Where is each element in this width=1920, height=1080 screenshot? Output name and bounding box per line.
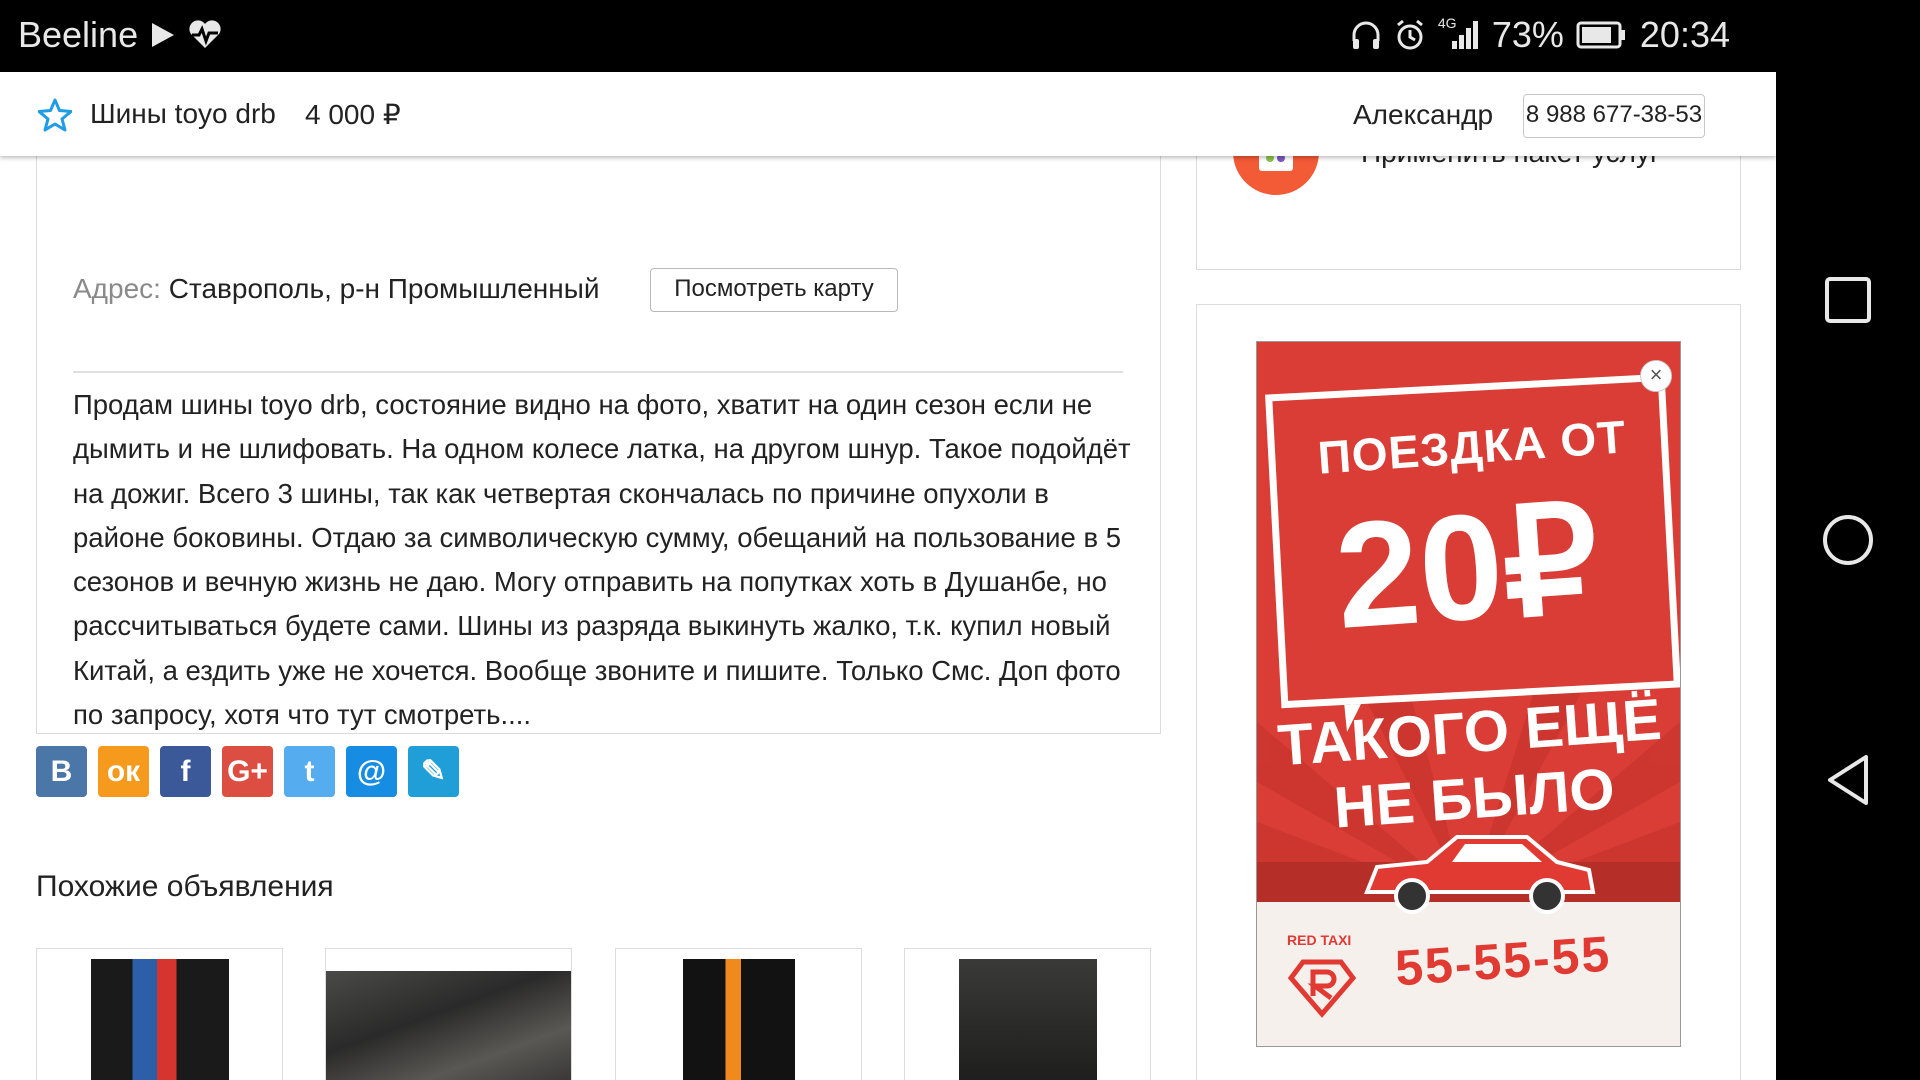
back-button[interactable]	[1818, 750, 1878, 810]
twitter-icon[interactable]: t	[284, 746, 335, 797]
tire-photo	[91, 959, 229, 1080]
clock-time: 20:34	[1639, 14, 1730, 55]
address-label: Адрес:	[73, 273, 161, 304]
listing-price: 4 000 ₽	[305, 99, 401, 130]
similar-listing-card[interactable]	[904, 948, 1151, 1080]
seller-name[interactable]: Александр	[1353, 99, 1493, 131]
system-navigation-bar	[1776, 0, 1920, 1080]
favorite-star-icon[interactable]	[37, 98, 73, 132]
red-taxi-logo-icon	[1287, 952, 1357, 1027]
advertisement-card: × ПОЕЗДКА ОТ 20₽ ТАКОГО ЕЩЁ НЕ БЫЛО RED …	[1196, 304, 1741, 1080]
home-button[interactable]	[1818, 510, 1878, 570]
tire-photo	[959, 959, 1097, 1080]
livejournal-icon[interactable]: ✎	[408, 746, 459, 797]
recent-apps-button[interactable]	[1818, 270, 1878, 330]
carrier-label: Beeline	[18, 14, 139, 55]
similar-listing-card[interactable]	[615, 948, 862, 1080]
car-illustration	[1357, 812, 1597, 927]
google-plus-icon[interactable]: G+	[222, 746, 273, 797]
share-buttons: Вок f G+ t @ ✎	[36, 746, 459, 797]
phone-button[interactable]: 8 988 677-38-53	[1523, 94, 1705, 138]
battery-percent: 73%	[1491, 14, 1564, 55]
view-map-button[interactable]: Посмотреть карту	[650, 268, 898, 312]
listing-page: Шины toyo drb 4 000 ₽ Александр 8 988 67…	[0, 72, 1776, 1080]
close-ad-icon[interactable]: ×	[1640, 360, 1672, 392]
heart-rate-icon	[188, 20, 222, 50]
status-bar: Beeline 4G 73% 20:34	[0, 0, 1776, 72]
tire-photo	[683, 959, 795, 1080]
signal-icon: 4G	[1438, 15, 1480, 51]
ad-brand-name: RED TAXI	[1287, 932, 1352, 948]
sticky-header: Шины toyo drb 4 000 ₽ Александр 8 988 67…	[0, 72, 1776, 156]
odnoklassniki-icon[interactable]: ок	[98, 746, 149, 797]
battery-icon	[1576, 21, 1628, 49]
divider	[73, 371, 1123, 373]
ad-price: 20₽	[1330, 474, 1604, 660]
taxi-advertisement[interactable]: × ПОЕЗДКА ОТ 20₽ ТАКОГО ЕЩЁ НЕ БЫЛО RED …	[1256, 341, 1681, 1047]
similar-listings-title: Похожие объявления	[36, 870, 334, 903]
circle-icon	[1823, 515, 1873, 565]
play-icon	[150, 21, 176, 49]
address-row: Адрес: Ставрополь, р-н Промышленный	[73, 273, 600, 305]
listing-description: Продам шины toyo drb, состояние видно на…	[73, 389, 1131, 731]
listing-title: Шины toyo drb	[90, 98, 276, 129]
similar-listing-card[interactable]	[36, 948, 283, 1080]
listing-details-card: Адрес: Ставрополь, р-н Промышленный Посм…	[36, 120, 1161, 734]
headphones-icon	[1350, 19, 1382, 51]
address-value: Ставрополь, р-н Промышленный	[168, 273, 600, 304]
alarm-icon	[1394, 19, 1426, 51]
tire-photo	[326, 971, 571, 1080]
square-icon	[1825, 277, 1871, 323]
facebook-icon[interactable]: f	[160, 746, 211, 797]
mailru-icon[interactable]: @	[346, 746, 397, 797]
vk-icon[interactable]: В	[36, 746, 87, 797]
triangle-back-icon	[1828, 755, 1868, 805]
similar-listing-card[interactable]	[325, 948, 572, 1080]
network-type-label: 4G	[1437, 15, 1457, 31]
